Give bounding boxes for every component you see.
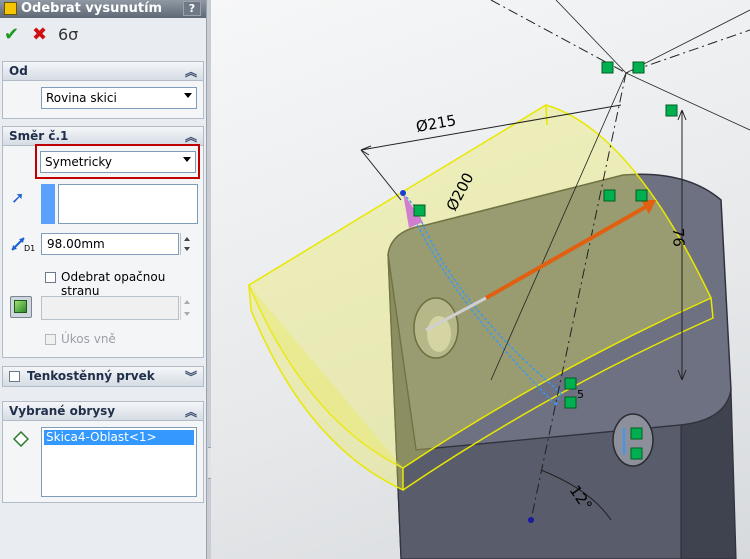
section-direction1-header[interactable]: Směr č.1 ︽ [2,126,204,146]
section-from-header[interactable]: Od ︽ [2,61,204,81]
relation-marker [564,377,577,390]
depth-d1-label: D1 [24,244,36,253]
thin-feature-checkbox[interactable] [9,371,20,382]
property-manager-titlebar: Odebrat vysunutím ? [0,0,206,18]
dimension-dia-large: Ø215 [415,111,458,136]
graphics-viewport[interactable]: Ø215 Ø200 76 12° 5 [211,0,750,559]
spin-up-icon[interactable] [184,237,190,241]
relation-marker [632,61,645,74]
construction-lines-right [625,9,750,131]
viewport-canvas[interactable]: Ø215 Ø200 76 12° 5 [211,0,750,559]
dropdown-arrow-icon[interactable] [184,93,192,98]
draft-icon [14,300,27,313]
section-contours-header[interactable]: Vybrané obrysy ︽ [2,401,204,421]
dimension-small: 5 [577,388,584,401]
cut-preview-corner [545,104,548,126]
start-condition-value: Rovina skici [46,91,117,105]
flip-side-label: Odebrat opačnou stranu [61,270,166,298]
relation-marker [635,189,648,202]
depth-input-value: 98.00mm [47,237,105,251]
direction-selection-color-swatch [41,184,55,224]
depth-dimension-icon: D1 [9,232,35,254]
collapse-chevron-icon[interactable]: ︽ [185,63,197,80]
relation-marker [601,61,614,74]
dropdown-arrow-icon[interactable] [183,157,191,162]
direction-arrow-icon[interactable]: ➚ [11,188,24,207]
centerline-endpoint [528,517,534,523]
end-condition-value: Symetricky [45,155,112,169]
dimension-extension [360,149,402,201]
relation-marker [665,104,678,117]
section-from-title: Od [9,64,28,78]
relation-marker [630,427,643,440]
detailed-preview-icon[interactable]: 6σ [58,26,78,44]
depth-input[interactable]: 98.00mm [41,233,179,255]
flip-side-checkbox[interactable] [45,272,56,283]
spin-down-icon[interactable] [184,312,190,316]
relation-marker [564,396,577,409]
help-button[interactable]: ? [183,1,201,16]
relation-marker [630,447,643,460]
list-item[interactable]: Skica4-Oblast<1> [44,430,194,445]
contour-region-icon [12,430,30,448]
section-thin-title: Tenkostěnný prvek [27,369,155,383]
dimension-height: 76 [669,228,688,248]
relation-marker [413,204,426,217]
section-direction1-body: Symetricky ➚ D1 98.00mm Odebrat opačnou … [2,144,204,358]
expand-chevron-icon[interactable]: ︾ [185,368,197,385]
depth-spinner[interactable] [180,233,194,255]
collapse-chevron-icon[interactable]: ︽ [185,403,197,420]
spin-down-icon[interactable] [184,247,190,251]
draft-toggle-button[interactable] [10,296,32,318]
direction-reference-field[interactable] [58,184,198,224]
end-condition-select[interactable]: Symetricky [40,151,196,173]
section-direction1-title: Směr č.1 [9,129,69,143]
centerline-top [490,0,750,74]
sketch-point [400,190,406,196]
cancel-x-icon[interactable]: ✖ [32,26,47,44]
extruded-cut-icon [4,2,17,15]
draft-outward-label: Úkos vně [61,332,116,346]
feature-title: Odebrat vysunutím [21,1,163,16]
contours-list[interactable]: Skica4-Oblast<1> [41,427,197,497]
section-contours-body: Skica4-Oblast<1> [2,421,204,503]
section-thin-header[interactable]: Tenkostěnný prvek ︾ [2,366,204,387]
draft-outward-checkbox[interactable] [45,334,56,345]
section-from-body: Rovina skici [2,81,204,119]
collapse-chevron-icon[interactable]: ︽ [185,128,197,145]
start-condition-select[interactable]: Rovina skici [41,87,197,109]
ok-check-icon[interactable]: ✔ [4,26,19,44]
spin-up-icon[interactable] [184,300,190,304]
section-contours-title: Vybrané obrysy [9,404,116,418]
draft-angle-input[interactable] [41,296,179,320]
property-manager: Odebrat vysunutím ? ✔ ✖ 6σ Od ︽ Rovina s… [0,0,206,559]
relation-marker [603,189,616,202]
draft-angle-spinner[interactable] [180,296,194,320]
